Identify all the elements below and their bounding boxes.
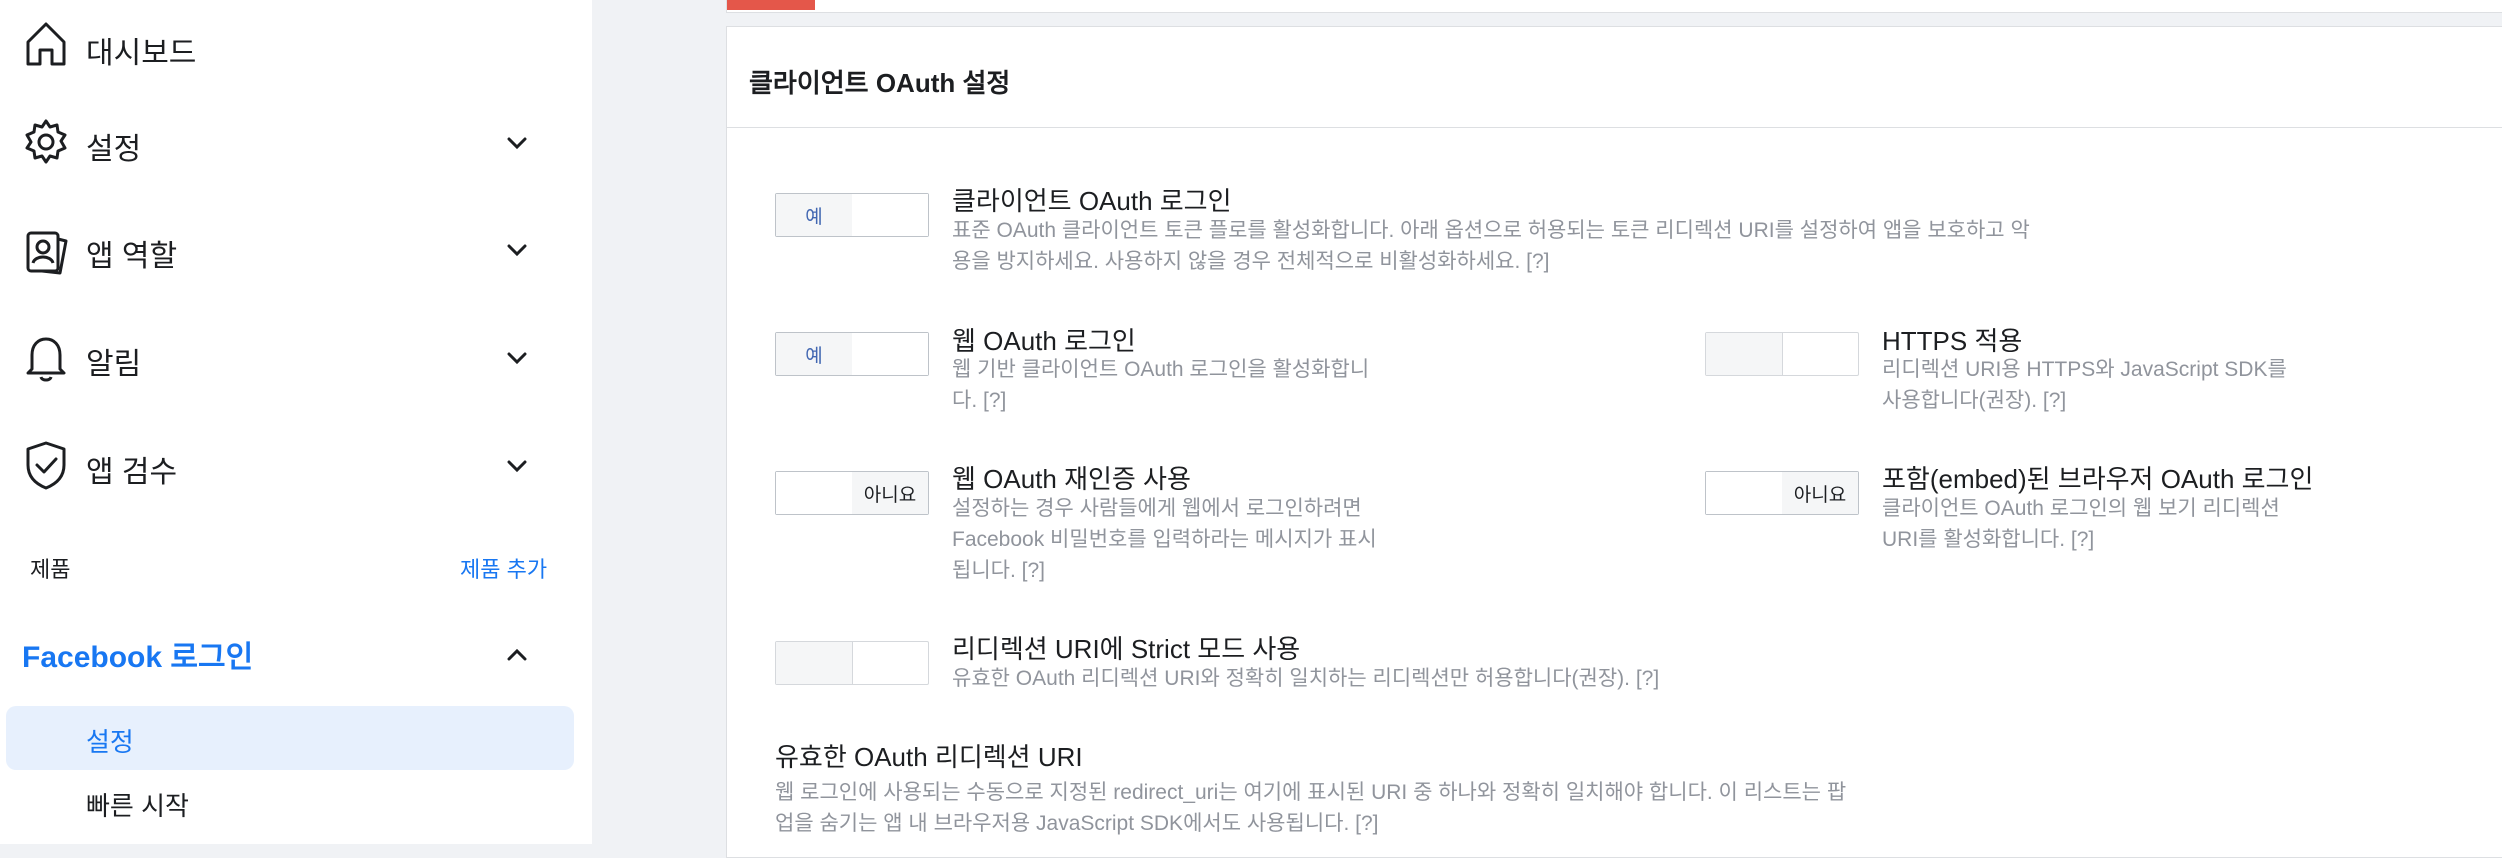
sidebar-item-dashboard[interactable]: 대시보드	[0, 0, 592, 90]
add-product-link[interactable]: 제품 추가	[460, 552, 547, 584]
desc-line: 됩니다.	[952, 559, 1016, 582]
desc-line: 웹 로그인에 사용되는 수동으로 지정된 redirect_uri는 여기에 표…	[775, 781, 1847, 804]
shield-check-icon	[22, 439, 70, 491]
sidebar-subitem-label: 설정	[86, 727, 134, 757]
valid-redirect-uri-title: 유효한 OAuth 리디렉션 URI	[775, 742, 1083, 772]
desc-line: 사용합니다(권장).	[1882, 389, 2038, 412]
toggle-yes: 예	[776, 194, 853, 236]
chevron-up-icon[interactable]	[502, 640, 532, 670]
help-link[interactable]: [?]	[1022, 559, 1045, 582]
home-icon	[22, 18, 70, 70]
enforce-https-desc: 리디렉션 URI용 HTTPS와 JavaScript SDK를 사용합니다(권…	[1882, 354, 2287, 416]
sidebar-item-app-roles[interactable]: 앱 역할	[0, 205, 592, 295]
sidebar-item-settings[interactable]: 설정	[0, 98, 592, 188]
enforce-https-toggle[interactable]: 예	[1705, 332, 1859, 376]
chevron-down-icon[interactable]	[502, 235, 532, 265]
help-link[interactable]: [?]	[983, 389, 1006, 412]
desc-line: 다.	[952, 389, 978, 412]
web-oauth-reauth-desc: 설정하는 경우 사람들에게 웹에서 로그인하려면 Facebook 비밀번호를 …	[952, 493, 1377, 586]
card-header: 클라이언트 OAuth 설정	[727, 27, 2502, 128]
toggle-blank	[852, 333, 928, 375]
sidebar-item-label: 알림	[86, 348, 142, 381]
client-oauth-login-toggle[interactable]: 예	[775, 193, 929, 237]
enforce-https-title: HTTPS 적용	[1882, 326, 2023, 356]
desc-line: 표준 OAuth 클라이언트 토큰 플로를 활성화합니다. 아래 옵션으로 허용…	[952, 219, 2030, 242]
web-oauth-login-title: 웹 OAuth 로그인	[952, 326, 1136, 356]
sidebar-subitem-settings[interactable]: 설정	[6, 706, 574, 770]
sidebar: 대시보드 설정 앱 역할 알림 앱 검수 제품 제품 추가 Facebook 로…	[0, 0, 592, 844]
sidebar-item-app-review[interactable]: 앱 검수	[0, 421, 592, 511]
web-oauth-login-toggle[interactable]: 예	[775, 332, 929, 376]
help-link[interactable]: [?]	[2043, 389, 2066, 412]
sidebar-item-label: 설정	[86, 133, 142, 166]
embedded-browser-oauth-toggle[interactable]: 아니요	[1705, 471, 1859, 515]
desc-line: Facebook 비밀번호를 입력하라는 메시지가 표시	[952, 528, 1377, 551]
chevron-down-icon[interactable]	[502, 343, 532, 373]
toggle-no: 아니요	[1782, 472, 1858, 514]
strict-mode-toggle[interactable]: 예	[775, 641, 929, 685]
products-label: 제품	[30, 557, 71, 582]
desc-line: 용을 방지하세요. 사용하지 않을 경우 전체적으로 비활성화하세요.	[952, 250, 1521, 273]
card-title: 클라이언트 OAuth 설정	[749, 68, 1011, 98]
previous-card	[726, 0, 2502, 13]
sidebar-item-notifications[interactable]: 알림	[0, 313, 592, 403]
sidebar-item-label: 대시보드	[86, 37, 197, 70]
tab-indicator	[727, 0, 815, 10]
toggle-blank	[852, 194, 928, 236]
product-facebook-login[interactable]: Facebook 로그인	[22, 632, 253, 676]
toggle-blank	[1706, 472, 1783, 514]
web-oauth-reauth-title: 웹 OAuth 재인증 사용	[952, 464, 1191, 494]
app-roles-icon	[22, 225, 70, 277]
desc-line: 유효한 OAuth 리디렉션 URI와 정확히 일치하는 리디렉션만 허용합니다…	[952, 667, 1630, 690]
web-oauth-reauth-toggle[interactable]: 아니요	[775, 471, 929, 515]
desc-line: 설정하는 경우 사람들에게 웹에서 로그인하려면	[952, 497, 1362, 520]
sidebar-subitem-quickstart[interactable]: 빠른 시작	[86, 786, 189, 823]
help-link[interactable]: [?]	[2071, 528, 2094, 551]
desc-line: 업을 숨기는 앱 내 브라우저용 JavaScript SDK에서도 사용됩니다…	[775, 812, 1350, 835]
help-link[interactable]: [?]	[1355, 812, 1378, 835]
client-oauth-settings-card: 클라이언트 OAuth 설정 예 클라이언트 OAuth 로그인 표준 OAut…	[726, 26, 2502, 858]
gear-icon	[22, 116, 70, 168]
valid-redirect-uri-desc: 웹 로그인에 사용되는 수동으로 지정된 redirect_uri는 여기에 표…	[775, 777, 1846, 839]
chevron-down-icon[interactable]	[502, 451, 532, 481]
toggle-no: 아니요	[852, 472, 928, 514]
desc-line: 리디렉션 URI용 HTTPS와 JavaScript SDK를	[1882, 358, 2287, 381]
embedded-browser-oauth-title: 포함(embed)된 브라우저 OAuth 로그인	[1882, 464, 2314, 494]
help-link[interactable]: [?]	[1636, 667, 1659, 690]
toggle-yes: 예	[776, 333, 853, 375]
toggle-blank	[776, 642, 852, 684]
bell-icon	[22, 331, 70, 383]
toggle-blank	[1706, 333, 1782, 375]
sidebar-item-label: 앱 역할	[86, 240, 178, 273]
desc-line: URI를 활성화합니다.	[1882, 528, 2066, 551]
toggle-blank	[776, 472, 853, 514]
help-link[interactable]: [?]	[1526, 250, 1549, 273]
chevron-down-icon[interactable]	[502, 128, 532, 158]
desc-line: 클라이언트 OAuth 로그인의 웹 보기 리디렉션	[1882, 497, 2280, 520]
strict-mode-desc: 유효한 OAuth 리디렉션 URI와 정확히 일치하는 리디렉션만 허용합니다…	[952, 663, 1659, 694]
web-oauth-login-desc: 웹 기반 클라이언트 OAuth 로그인을 활성화합니 다. [?]	[952, 354, 1369, 416]
desc-line: 웹 기반 클라이언트 OAuth 로그인을 활성화합니	[952, 358, 1370, 381]
client-oauth-login-title: 클라이언트 OAuth 로그인	[952, 186, 1232, 216]
sidebar-item-label: 앱 검수	[86, 456, 178, 489]
client-oauth-login-desc: 표준 OAuth 클라이언트 토큰 플로를 활성화합니다. 아래 옵션으로 허용…	[952, 215, 2030, 277]
strict-mode-title: 리디렉션 URI에 Strict 모드 사용	[952, 634, 1301, 664]
embedded-browser-oauth-desc: 클라이언트 OAuth 로그인의 웹 보기 리디렉션 URI를 활성화합니다. …	[1882, 493, 2280, 555]
